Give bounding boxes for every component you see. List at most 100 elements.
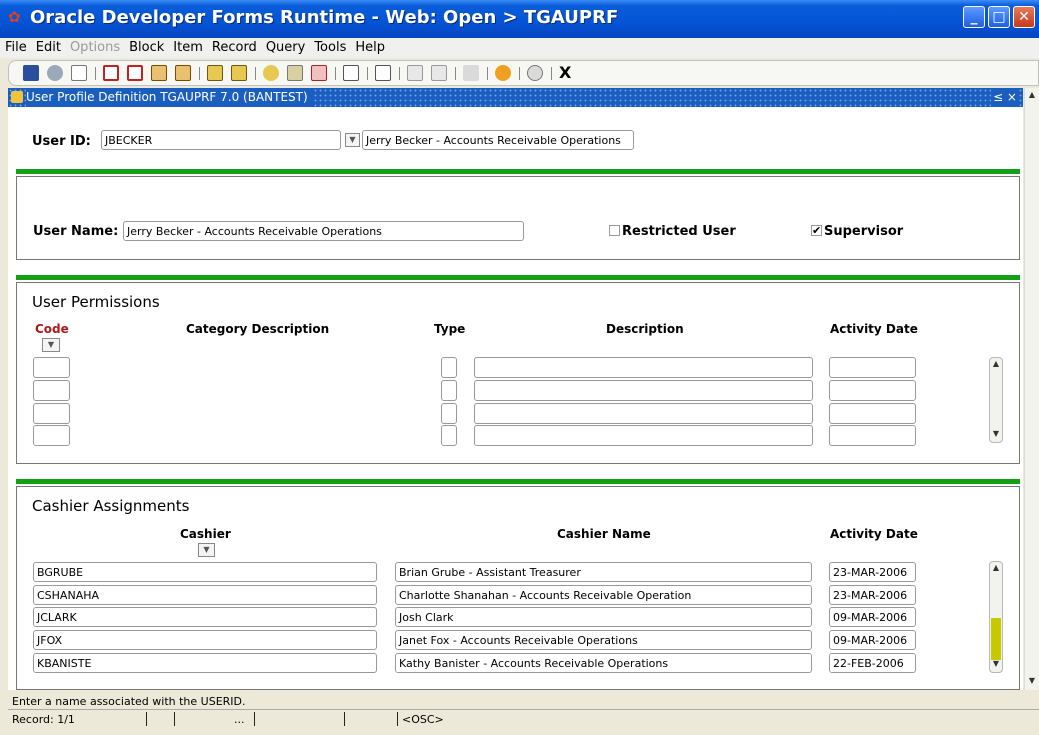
activity-date-field[interactable] xyxy=(829,380,916,401)
minimize-button[interactable]: _ xyxy=(963,6,985,28)
cashier-name-field[interactable]: Brian Grube - Assistant Treasurer xyxy=(395,562,812,582)
help-icon[interactable] xyxy=(527,65,543,81)
close-button[interactable]: ✕ xyxy=(1013,6,1035,28)
enter-query-icon[interactable] xyxy=(103,65,119,81)
duplicate-icon[interactable] xyxy=(343,65,359,81)
save-icon[interactable] xyxy=(23,65,39,81)
user-id-label: User ID: xyxy=(32,134,91,149)
code-field[interactable] xyxy=(33,357,70,378)
previous-record-icon[interactable] xyxy=(207,65,223,81)
user-id-lov-button[interactable]: ▼ xyxy=(345,133,360,147)
status-bar: Enter a name associated with the USERID.… xyxy=(8,693,1039,735)
scroll-up-icon[interactable]: ▲ xyxy=(1026,90,1038,102)
maximize-button[interactable]: □ xyxy=(988,6,1010,28)
permissions-scrollbar[interactable]: ▲ ▼ xyxy=(989,357,1003,443)
record-indicator: Record: 1/1 xyxy=(12,713,75,726)
cashier-field[interactable]: CSHANAHA xyxy=(33,585,377,605)
activity-date-column-header: Activity Date xyxy=(830,322,918,336)
form-canvas: User ID: JBECKER ▼ Jerry Becker - Accoun… xyxy=(8,107,1023,690)
clear-record-icon[interactable] xyxy=(311,65,327,81)
description-field[interactable] xyxy=(474,425,813,446)
activity-date-field[interactable]: 22-FEB-2006 xyxy=(829,653,916,673)
description-field[interactable] xyxy=(474,357,813,378)
type-column-header: Type xyxy=(434,322,466,336)
activity-date-field[interactable]: 23-MAR-2006 xyxy=(829,562,916,582)
category-column-header: Category Description xyxy=(186,322,330,336)
type-field[interactable] xyxy=(441,380,457,401)
mode-indicator: <OSC> xyxy=(402,713,444,726)
menu-tools[interactable]: Tools xyxy=(309,38,350,55)
scroll-up-icon[interactable]: ▲ xyxy=(990,563,1002,575)
menu-block[interactable]: Block xyxy=(124,38,168,55)
code-field[interactable] xyxy=(33,403,70,424)
restricted-user-checkbox[interactable] xyxy=(609,225,620,236)
scroll-down-icon[interactable]: ▼ xyxy=(990,659,1002,671)
type-field[interactable] xyxy=(441,425,457,446)
cashier-lov-button[interactable]: ▼ xyxy=(198,543,215,557)
form-title: User Profile Definition TGAUPRF 7.0 (BAN… xyxy=(26,88,314,107)
cashier-field[interactable]: JFOX xyxy=(33,630,377,650)
description-field[interactable] xyxy=(474,380,813,401)
cashier-scrollbar[interactable]: ▲ ▼ xyxy=(989,561,1003,673)
activity-date-field[interactable] xyxy=(829,425,916,446)
description-field[interactable] xyxy=(474,403,813,424)
menu-record[interactable]: Record xyxy=(207,38,261,55)
list-icon[interactable] xyxy=(375,65,391,81)
window-title: Oracle Developer Forms Runtime - Web: Op… xyxy=(30,7,619,28)
code-lov-button[interactable]: ▼ xyxy=(42,338,60,352)
exit-button[interactable]: X xyxy=(559,63,571,82)
next-record-icon[interactable] xyxy=(231,65,247,81)
remove-record-icon[interactable] xyxy=(287,65,303,81)
form-scrollbar[interactable]: ▲ ▼ xyxy=(1024,88,1039,690)
menu-item[interactable]: Item xyxy=(168,38,207,55)
user-name-field[interactable]: Jerry Becker - Accounts Receivable Opera… xyxy=(123,221,524,241)
execute-query-icon[interactable] xyxy=(127,65,143,81)
cashier-name-field[interactable]: Kathy Banister - Accounts Receivable Ope… xyxy=(395,653,812,673)
activity-date-field[interactable] xyxy=(829,403,916,424)
form-window-controls[interactable]: ≤ × xyxy=(991,88,1019,107)
rollback-icon[interactable] xyxy=(47,65,63,81)
menu-file[interactable]: File xyxy=(0,38,31,55)
type-field[interactable] xyxy=(441,403,457,424)
code-field[interactable] xyxy=(33,425,70,446)
scroll-up-icon[interactable]: ▲ xyxy=(990,359,1002,371)
activity-date-field[interactable]: 09-MAR-2006 xyxy=(829,630,916,650)
cashier-name-field[interactable]: Charlotte Shanahan - Accounts Receivable… xyxy=(395,585,812,605)
attachment-icon[interactable] xyxy=(407,65,423,81)
export-icon[interactable] xyxy=(431,65,447,81)
cashier-field[interactable]: JCLARK xyxy=(33,607,377,627)
scrollbar-thumb[interactable] xyxy=(991,618,1001,660)
menu-help[interactable]: Help xyxy=(350,38,389,55)
cashier-field[interactable]: BGRUBE xyxy=(33,562,377,582)
activity-date-field[interactable]: 23-MAR-2006 xyxy=(829,585,916,605)
cashier-name-field[interactable]: Janet Fox - Accounts Receivable Operatio… xyxy=(395,630,812,650)
supervisor-checkbox[interactable]: ✔ xyxy=(811,225,822,236)
block-divider xyxy=(16,275,1020,280)
window-titlebar: ✿ Oracle Developer Forms Runtime - Web: … xyxy=(0,0,1039,38)
cashier-column-header: Cashier xyxy=(180,527,231,541)
block-divider xyxy=(16,479,1020,484)
target-icon[interactable] xyxy=(495,65,511,81)
user-name-label: User Name: xyxy=(33,224,119,239)
description-column-header: Description xyxy=(606,322,684,336)
menu-query[interactable]: Query xyxy=(261,38,310,55)
previous-block-icon[interactable] xyxy=(151,65,167,81)
scroll-down-icon[interactable]: ▼ xyxy=(990,429,1002,441)
code-field[interactable] xyxy=(33,380,70,401)
user-id-field[interactable]: JBECKER xyxy=(101,130,341,150)
menu-edit[interactable]: Edit xyxy=(31,38,65,55)
cashier-field[interactable]: KBANISTE xyxy=(33,653,377,673)
status-ellipsis: ... xyxy=(234,713,245,726)
activity-date-field[interactable]: 09-MAR-2006 xyxy=(829,607,916,627)
activity-date-field[interactable] xyxy=(829,357,916,378)
cashier-name-field[interactable]: Josh Clark xyxy=(395,607,812,627)
next-block-icon[interactable] xyxy=(175,65,191,81)
toolbar: X xyxy=(8,60,1039,86)
scroll-down-icon[interactable]: ▼ xyxy=(1026,676,1038,688)
insert-record-icon[interactable] xyxy=(263,65,279,81)
speaker-icon[interactable] xyxy=(463,65,479,81)
menu-options[interactable]: Options xyxy=(65,38,124,55)
type-field[interactable] xyxy=(441,357,457,378)
menu-bar: File Edit Options Block Item Record Query Tools… xyxy=(0,38,1039,58)
print-icon[interactable] xyxy=(71,65,87,81)
